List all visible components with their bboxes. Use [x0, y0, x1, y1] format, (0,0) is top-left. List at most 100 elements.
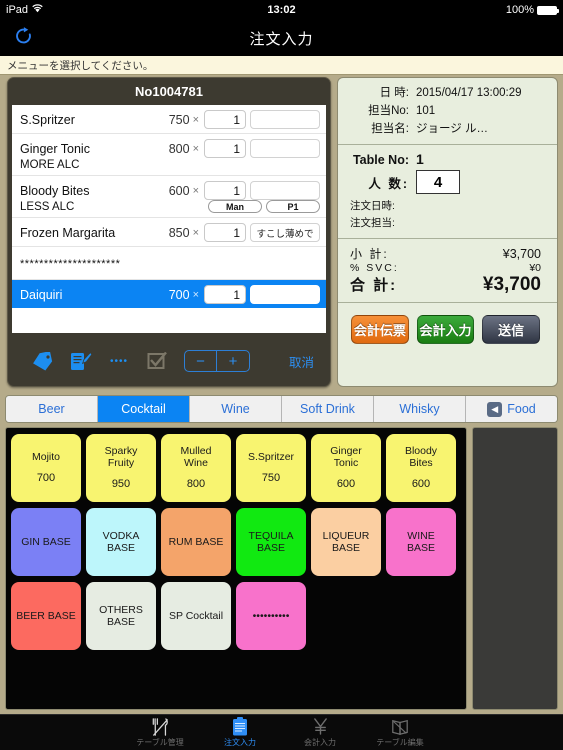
info-row-staff-no: 担当No: 101	[344, 102, 547, 118]
order-info-panel: 日 時: 2015/04/17 13:00:29 担当No: 101 担当名: …	[337, 77, 558, 387]
menu-button[interactable]: Mulled Wine 800	[161, 434, 231, 502]
svc-value: ¥0	[529, 262, 541, 274]
svc-label: % SVC:	[350, 262, 399, 274]
menu-button[interactable]: Bloody Bites 600	[386, 434, 456, 502]
menu-button-price: 750	[261, 472, 281, 485]
table-no-label: Table No:	[352, 153, 409, 167]
order-item-qty[interactable]: 1	[204, 139, 246, 158]
info-row-order-datetime: 注文日時:	[344, 198, 547, 213]
status-bar-clock: 13:02	[267, 4, 296, 16]
subtotal-value: ¥3,700	[502, 247, 541, 261]
tab-label: Wine	[221, 402, 250, 416]
order-item-qty[interactable]: 1	[204, 285, 246, 304]
tab-order-entry[interactable]: 注文入力	[200, 717, 280, 748]
menu-button[interactable]: Mojito 700	[11, 434, 81, 502]
menu-button[interactable]: SP Cocktail	[161, 582, 231, 650]
order-item-option: MORE ALC	[20, 159, 80, 171]
tag-icon[interactable]	[24, 351, 62, 371]
menu-button[interactable]: ••••••••••	[236, 582, 306, 650]
order-row[interactable]: Bloody Bites 600 × 1 LESS ALC Man P1	[12, 176, 326, 218]
order-datetime-label: 注文日時:	[350, 200, 395, 212]
guests-label: 人 数:	[368, 176, 409, 191]
order-item-list[interactable]: S.Spritzer 750 × 1 Ginger Tonic 800 × 1	[12, 105, 326, 333]
app-root: iPad 13:02 100% 注文入力 メニューを選択してください。 No10…	[0, 0, 563, 750]
menu-button-name: OTHERS BASE	[99, 603, 143, 628]
order-item-price: 700	[168, 287, 190, 302]
menu-button[interactable]: OTHERS BASE	[86, 582, 156, 650]
tab-label: Soft Drink	[300, 402, 355, 416]
tab-food[interactable]: ◀ Food	[466, 396, 557, 422]
order-item-qty[interactable]: 1	[204, 181, 246, 200]
quantity-stepper[interactable]: − +	[184, 350, 250, 372]
order-item-option: LESS ALC	[20, 201, 75, 213]
order-item-note[interactable]: すこし薄めで	[250, 223, 320, 242]
staff-name-value: ジョージ ル…	[416, 123, 488, 135]
order-item-name: Daiquiri	[20, 287, 63, 302]
device-label: iPad	[6, 4, 29, 16]
order-row[interactable]: Ginger Tonic 800 × 1 MORE ALC	[12, 134, 326, 176]
checkbox-icon[interactable]	[138, 352, 176, 370]
order-dots-button[interactable]: ••••	[100, 356, 138, 367]
order-row-selected[interactable]: Daiquiri 700 × 1	[12, 280, 326, 308]
arrow-left-icon: ◀	[487, 401, 503, 417]
refresh-icon[interactable]	[14, 27, 33, 50]
tab-beer[interactable]: Beer	[6, 396, 98, 422]
tab-table-management[interactable]: テーブル管理	[120, 717, 200, 748]
tab-checkout[interactable]: 会計入力	[280, 717, 360, 748]
menu-button-name: RUM BASE	[168, 535, 224, 548]
menu-button[interactable]: VODKA BASE	[86, 508, 156, 576]
menu-button[interactable]: Sparky Fruity 950	[86, 434, 156, 502]
checkout-button[interactable]: 会計入力	[416, 315, 475, 344]
fork-knife-icon	[151, 717, 170, 736]
qty-plus-button[interactable]: +	[217, 351, 249, 371]
menu-button[interactable]: Ginger Tonic 600	[311, 434, 381, 502]
receipt-button[interactable]: 会計伝票	[351, 315, 409, 344]
menu-button[interactable]: S.Spritzer 750	[236, 434, 306, 502]
total-row: 合 計: ¥3,700	[344, 274, 547, 296]
order-item-badge-gender[interactable]: Man	[208, 200, 262, 213]
order-row-empty	[12, 308, 326, 333]
menu-button-name: TEQUILA BASE	[248, 529, 294, 554]
memo-edit-icon[interactable]	[62, 351, 100, 371]
order-item-note[interactable]	[250, 181, 320, 200]
order-item-note[interactable]	[250, 139, 320, 158]
info-row-order-staff: 注文担当:	[344, 215, 547, 230]
tab-label: Food	[507, 402, 536, 416]
info-section-table: Table No: 1 人 数: 4 注文日時: 注文担当:	[338, 144, 557, 238]
menu-button[interactable]: BEER BASE	[11, 582, 81, 650]
order-row[interactable]: Frozen Margarita 850 × 1 すこし薄めで	[12, 218, 326, 247]
order-item-badge-seat[interactable]: P1	[266, 200, 320, 213]
battery-icon	[537, 5, 559, 15]
staff-name-label: 担当名:	[371, 123, 409, 135]
guests-input[interactable]: 4	[416, 170, 460, 194]
menu-button[interactable]: GIN BASE	[11, 508, 81, 576]
menu-button-price: 600	[411, 478, 431, 491]
subtotal-label: 小 計:	[350, 247, 389, 261]
menu-button[interactable]: RUM BASE	[161, 508, 231, 576]
order-separator-row: *********************	[12, 247, 326, 280]
order-item-qty[interactable]: 1	[204, 110, 246, 129]
tab-wine[interactable]: Wine	[190, 396, 282, 422]
order-item-note[interactable]	[250, 110, 320, 129]
multiply-sign: ×	[192, 288, 199, 301]
order-item-name: Frozen Margarita	[20, 225, 116, 240]
send-button[interactable]: 送信	[482, 315, 541, 344]
tab-soft-drink[interactable]: Soft Drink	[282, 396, 374, 422]
cancel-button[interactable]: 取消	[289, 352, 314, 371]
tab-cocktail[interactable]: Cocktail	[98, 396, 190, 422]
tab-whisky[interactable]: Whisky	[374, 396, 466, 422]
order-item-qty[interactable]: 1	[204, 223, 246, 242]
order-item-note[interactable]	[250, 285, 320, 304]
staff-no-value: 101	[416, 105, 436, 117]
tab-label: 注文入力	[224, 738, 256, 747]
menu-button[interactable]: WINE BASE	[386, 508, 456, 576]
order-row[interactable]: S.Spritzer 750 × 1	[12, 105, 326, 134]
tab-label: テーブル管理	[136, 738, 184, 747]
status-bar: iPad 13:02 100%	[0, 0, 563, 20]
menu-button[interactable]: TEQUILA BASE	[236, 508, 306, 576]
tab-table-edit[interactable]: テーブル編集	[360, 717, 440, 748]
menu-grid: Mojito 700 Sparky Fruity 950 Mulled Wine 800 S…	[5, 427, 467, 710]
qty-minus-button[interactable]: −	[185, 351, 217, 371]
menu-button[interactable]: LIQUEUR BASE	[311, 508, 381, 576]
table-no-value: 1	[416, 151, 424, 167]
